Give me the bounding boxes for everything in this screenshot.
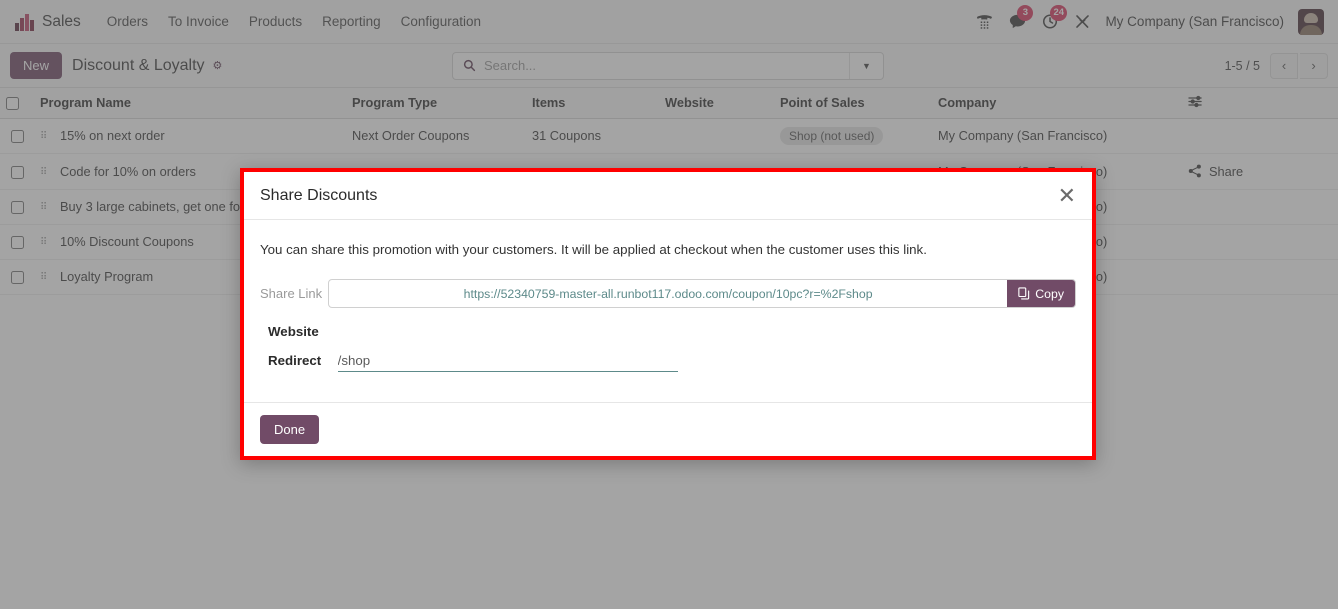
dialog-header: Share Discounts ✕ <box>244 172 1092 220</box>
dialog-body: You can share this promotion with your c… <box>244 220 1092 402</box>
copy-button[interactable]: Copy <box>1007 280 1075 307</box>
share-link-row: Share Link https://52340759-master-all.r… <box>260 279 1076 308</box>
redirect-row: Redirect <box>268 351 1076 372</box>
close-icon[interactable]: ✕ <box>1058 184 1076 207</box>
dialog-footer: Done <box>244 402 1092 456</box>
dialog-title: Share Discounts <box>260 186 378 204</box>
dialog-description: You can share this promotion with your c… <box>260 242 927 257</box>
redirect-label: Redirect <box>268 353 322 368</box>
done-button[interactable]: Done <box>260 415 320 444</box>
share-link-field[interactable]: https://52340759-master-all.runbot117.od… <box>328 279 1076 308</box>
share-link-value[interactable]: https://52340759-master-all.runbot117.od… <box>329 280 1007 307</box>
copy-label: Copy <box>1035 286 1064 301</box>
website-section-title: Website <box>268 324 319 339</box>
share-link-label: Share Link <box>260 286 323 301</box>
copy-icon <box>1018 287 1030 300</box>
redirect-input[interactable] <box>337 351 678 372</box>
share-discounts-dialog: Share Discounts ✕ You can share this pro… <box>240 168 1096 460</box>
